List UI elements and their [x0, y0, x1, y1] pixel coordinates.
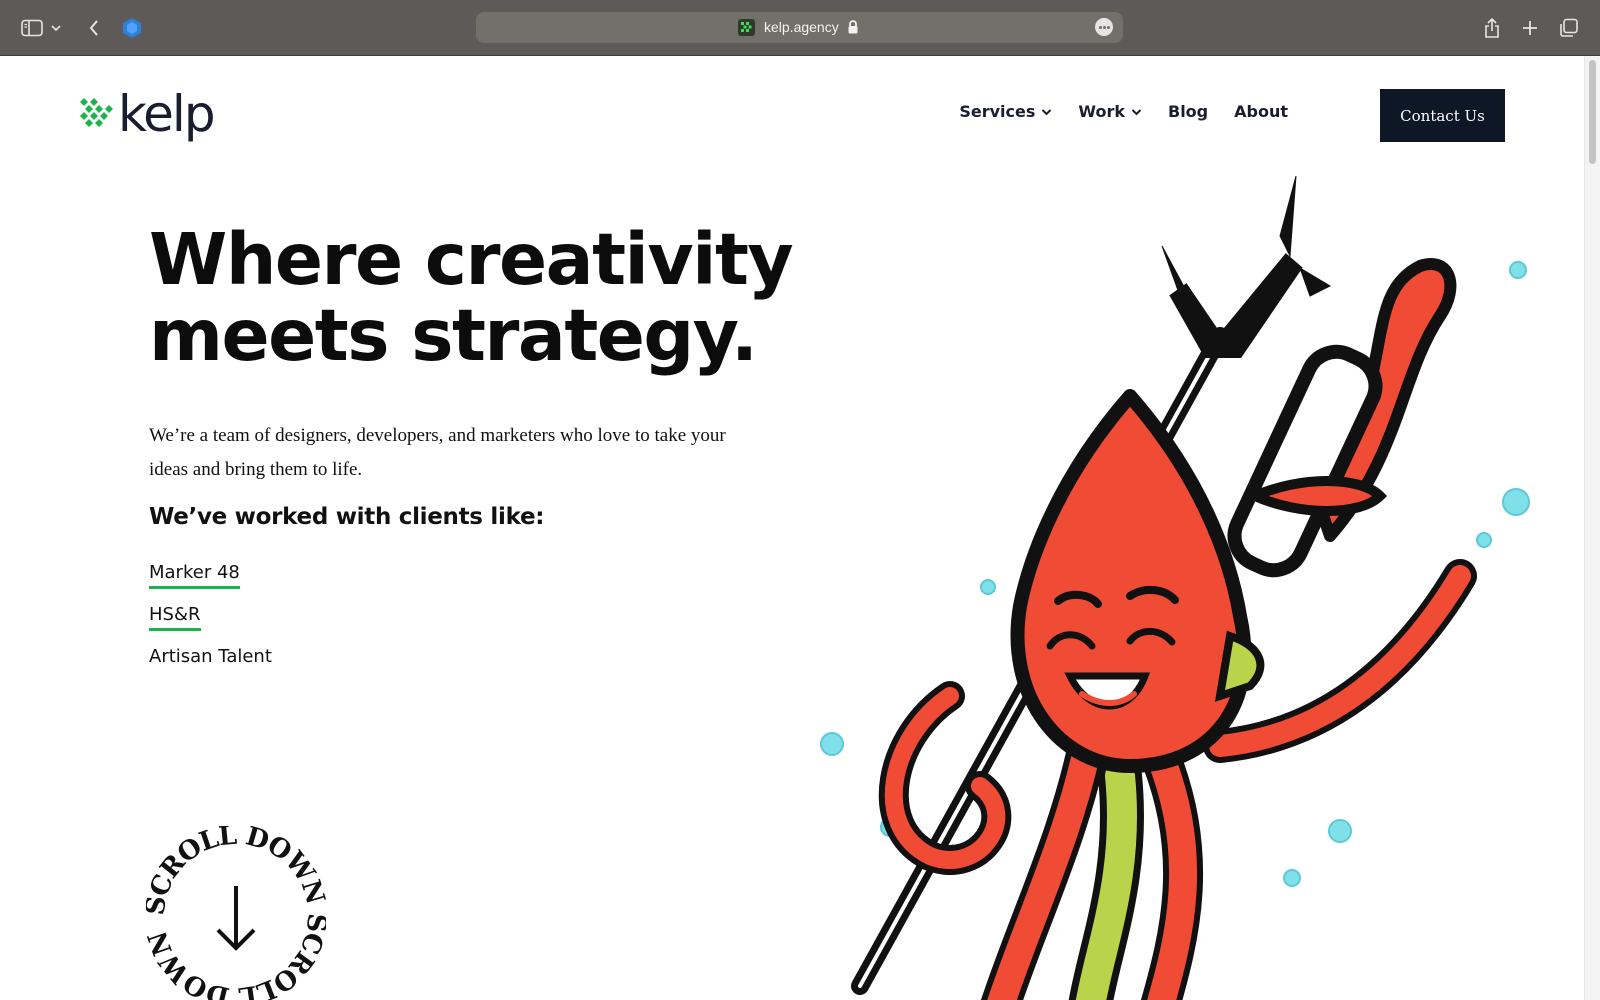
client-link-hsr[interactable]: HS&R: [149, 604, 201, 631]
octopus-illustration: [820, 176, 1530, 1000]
hero-title-line-2: meets strategy.: [149, 294, 758, 377]
octopus-mantle: [1010, 389, 1252, 773]
client-link-marker-48[interactable]: Marker 48: [149, 562, 240, 589]
nav-item-about[interactable]: About: [1234, 102, 1288, 121]
kelp-logo-mark-icon: [80, 98, 113, 127]
chevron-down-icon: [1042, 108, 1052, 115]
main-nav: Services Work Blog About: [959, 102, 1288, 121]
scroll-arrow-icon: [216, 886, 256, 951]
scroll-down-badge[interactable]: SCROLL DOWN SCROLL DOWN: [141, 820, 331, 1000]
browser-toolbar: kelp.agency: [0, 0, 1600, 56]
back-button[interactable]: [80, 14, 108, 42]
new-tab-icon: [1523, 21, 1537, 35]
share-icon: [1485, 17, 1499, 38]
extension-icon: [123, 18, 141, 38]
site-favicon-icon: [738, 19, 755, 36]
scroll-badge-graphic: SCROLL DOWN SCROLL DOWN: [141, 820, 331, 1000]
chevron-down-icon: [1131, 108, 1142, 115]
sidebar-icon: [21, 19, 43, 37]
tab-overview-button[interactable]: [1555, 14, 1583, 42]
site-logo[interactable]: kelp: [78, 85, 216, 143]
clients-heading: We’ve worked with clients like:: [149, 504, 545, 530]
chevron-down-icon: [51, 25, 61, 32]
nav-item-services[interactable]: Services: [959, 102, 1052, 121]
logo-wordmark: kelp: [118, 85, 216, 143]
sidebar-menu-button[interactable]: [48, 14, 64, 42]
lower-tentacles: [981, 716, 1204, 1000]
page-scrollbar[interactable]: [1584, 56, 1600, 1000]
new-tab-button[interactable]: [1516, 14, 1544, 42]
hero-description: We’re a team of designers, developers, a…: [149, 425, 726, 480]
lock-icon: [848, 20, 858, 34]
scrollbar-thumb[interactable]: [1589, 60, 1596, 164]
nav-item-blog[interactable]: Blog: [1168, 102, 1208, 121]
address-bar[interactable]: kelp.agency: [476, 12, 1123, 43]
back-arrow-icon: [89, 20, 98, 36]
url-text: kelp.agency: [764, 19, 839, 35]
more-icon[interactable]: [1095, 18, 1113, 36]
client-list: Marker 48 HS&R Artisan Talent: [149, 562, 272, 688]
hero-title-line-1: Where creativity: [149, 218, 794, 301]
sidebar-toggle-button[interactable]: [18, 14, 46, 42]
contact-us-button[interactable]: Contact Us: [1380, 89, 1505, 142]
hero-title: Where creativity meets strategy.: [149, 218, 794, 377]
nav-item-work[interactable]: Work: [1078, 102, 1142, 121]
share-button[interactable]: [1478, 14, 1506, 42]
client-artisan-talent: Artisan Talent: [149, 646, 272, 667]
tabs-overview-icon: [1560, 18, 1578, 37]
extension-button[interactable]: [118, 14, 146, 42]
web-page: kelp Services Work Blog About Contact Us…: [0, 56, 1600, 1000]
